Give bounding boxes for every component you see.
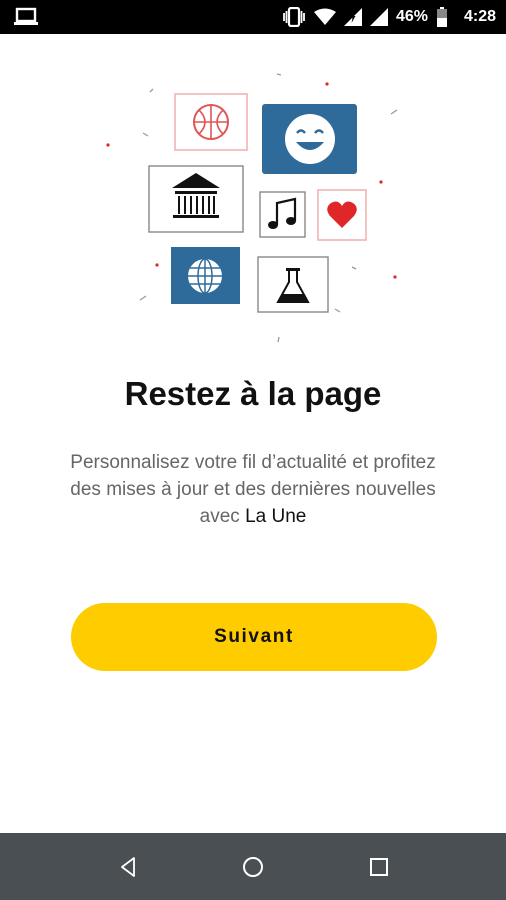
next-button[interactable]: Suivant [71,603,437,671]
wifi-icon [313,8,336,25]
flask-icon [276,268,310,303]
brand-name: La Une [245,506,307,527]
heart-tile [317,189,367,241]
globe-icon [188,258,222,294]
smiley-tile [262,104,357,174]
back-button[interactable] [108,848,148,886]
music-note-icon [268,197,297,229]
recents-button[interactable] [359,848,399,886]
home-icon [243,857,263,877]
recents-icon [370,858,388,876]
basketball-icon [193,104,229,140]
bank-icon [172,173,220,218]
signal-icon [369,8,388,26]
bank-tile [148,165,244,233]
status-bar: 46% 4:28 [0,0,506,34]
battery-percent: 46% [395,8,428,25]
navigation-bar [0,833,506,900]
onboarding-title: Restez à la page [124,375,382,412]
clock: 4:28 [463,8,496,25]
smiley-icon [285,114,335,164]
heart-icon [327,201,357,228]
globe-tile [171,247,240,304]
vibrate-icon [283,7,305,27]
signal-icon [343,8,362,26]
basketball-tile [174,93,248,151]
back-icon [121,857,135,877]
music-tile [259,191,306,238]
onboarding-description: Personnalisez votre fil d’actualité et p… [60,449,446,530]
battery-icon [436,7,447,27]
laptop-icon [14,7,38,25]
news-topics-illustration [106,73,398,343]
flask-tile [257,256,329,313]
home-button[interactable] [233,848,273,886]
